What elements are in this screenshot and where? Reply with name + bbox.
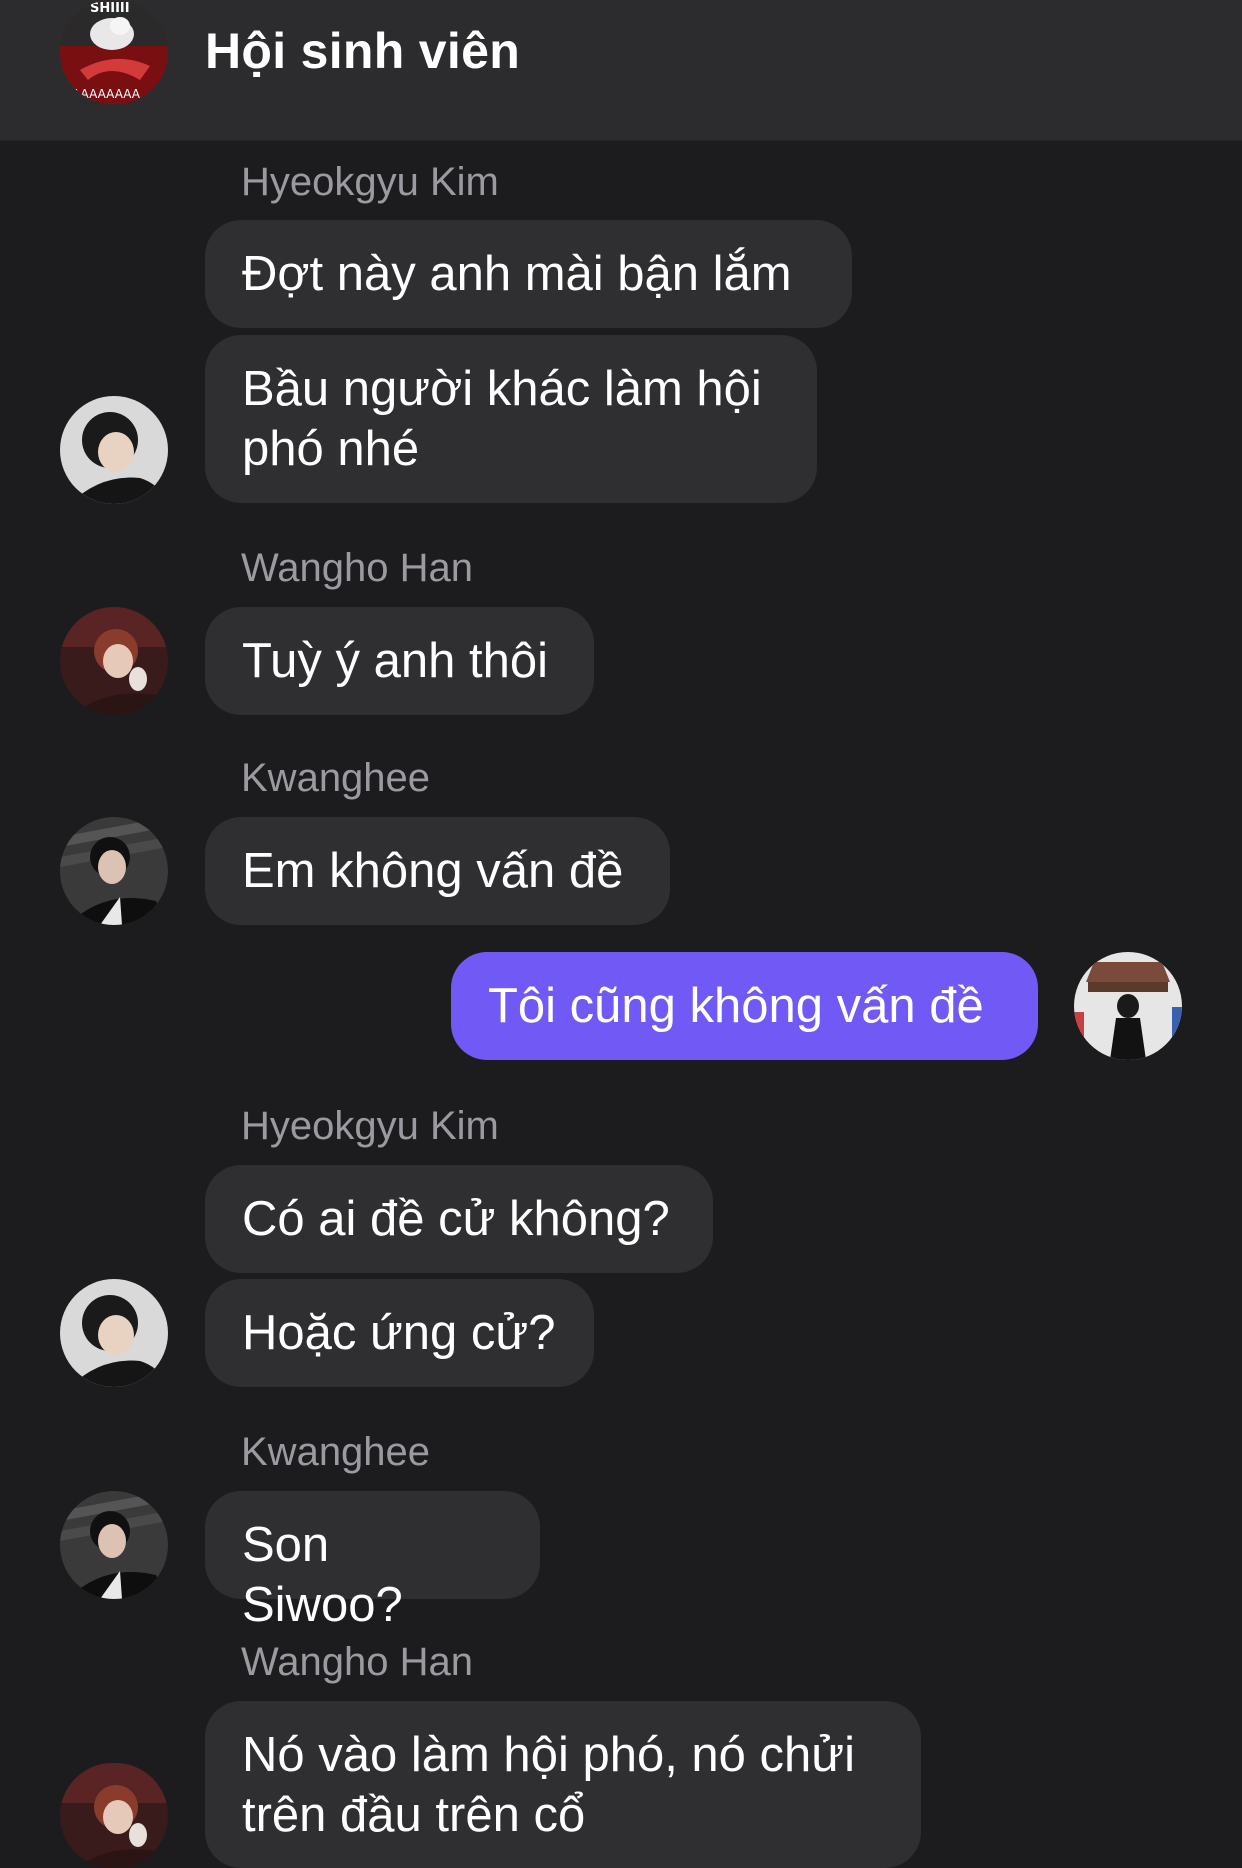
message-bubble[interactable]: Có ai đề cử không?: [205, 1165, 713, 1273]
avatar-wangho-han[interactable]: [60, 607, 168, 715]
chat-title[interactable]: Hội sinh viên: [205, 22, 520, 80]
avatar-kwanghee[interactable]: [60, 817, 168, 925]
message-bubble[interactable]: Em không vấn đề: [205, 817, 670, 925]
avatar-bottom-text: AAAAAAAA: [72, 87, 141, 101]
group-avatar[interactable]: SHIIII AAAAAAAA: [60, 0, 168, 104]
message-bubble[interactable]: Nó vào làm hội phó, nó chửi trên đầu trê…: [205, 1701, 921, 1868]
sender-name: Kwanghee: [241, 756, 431, 800]
avatar-hyeokgyu-kim[interactable]: [60, 396, 168, 504]
message-bubble[interactable]: Tuỳ ý anh thôi: [205, 607, 594, 715]
sender-name: Wangho Han: [241, 1640, 473, 1684]
message-bubble[interactable]: Son Siwoo?: [205, 1491, 540, 1632]
avatar-wangho-han[interactable]: [60, 1763, 168, 1868]
avatar-me[interactable]: [1074, 952, 1182, 1060]
message-bubble[interactable]: Đợt này anh mài bận lắm: [205, 220, 852, 328]
message-bubble[interactable]: Bầu người khác làm hội phó nhé: [205, 335, 817, 503]
avatar-hyeokgyu-kim[interactable]: [60, 1279, 168, 1387]
chat-header: SHIIII AAAAAAAA Hội sinh viên: [0, 0, 1242, 141]
avatar-top-text: SHIIII: [90, 1, 130, 16]
my-message-bubble[interactable]: Tôi cũng không vấn đề: [451, 952, 1038, 1060]
avatar-kwanghee[interactable]: [60, 1491, 168, 1599]
sender-name: Hyeokgyu Kim: [241, 1104, 499, 1148]
sender-name: Hyeokgyu Kim: [241, 160, 499, 204]
message-bubble[interactable]: Hoặc ứng cử?: [205, 1279, 594, 1387]
sender-name: Wangho Han: [241, 546, 473, 590]
sender-name: Kwanghee: [241, 1430, 431, 1474]
